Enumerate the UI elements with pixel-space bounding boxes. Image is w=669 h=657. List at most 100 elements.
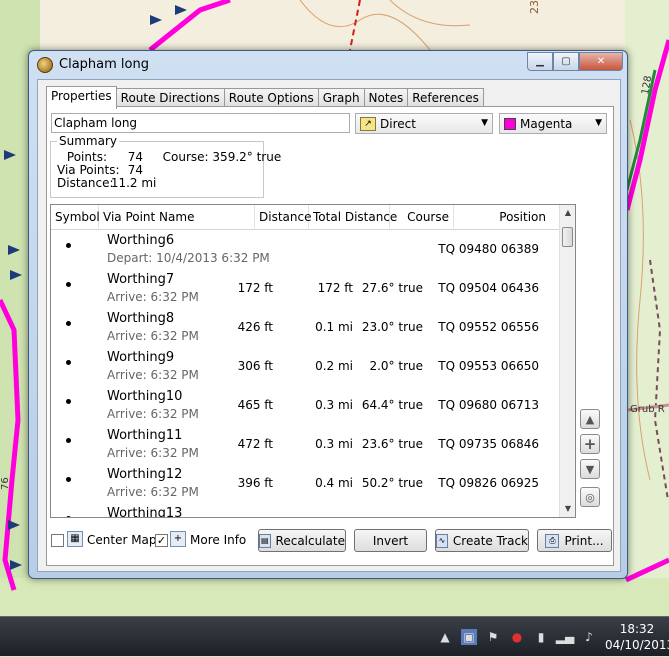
row-total-distance: 0.4 mi bbox=[315, 476, 353, 490]
header-position[interactable]: Position bbox=[454, 205, 561, 230]
move-down-button[interactable]: ▼ bbox=[580, 459, 600, 479]
taskbar-clock[interactable]: 18:32 04/10/2013 bbox=[605, 621, 669, 653]
table-row[interactable]: Worthing9 Arrive: 6:32 PM 306 ft 0.2 mi 2.0°… bbox=[51, 347, 561, 386]
properties-panel: ↗ Direct ▼ Magenta ▼ Summary Points: 74 C… bbox=[46, 106, 614, 566]
move-up-button[interactable]: ▲ bbox=[580, 409, 600, 429]
map-label: 76 bbox=[0, 477, 11, 490]
header-via-point-name[interactable]: Via Point Name bbox=[99, 205, 255, 230]
map-label: Grub R bbox=[630, 404, 665, 415]
recalculate-button[interactable]: ▤ Recalculate bbox=[258, 529, 346, 552]
via-point-time: Depart: 10/4/2013 6:32 PM bbox=[107, 251, 270, 265]
waypoint-symbol-icon bbox=[66, 438, 71, 443]
row-position: TQ 09552 06556 bbox=[438, 320, 539, 334]
recalculate-label: Recalculate bbox=[275, 533, 345, 548]
route-properties-window: Clapham long ▁ ▢ ✕ Properties Route Dire… bbox=[28, 50, 628, 579]
row-total-distance: 0.3 mi bbox=[315, 437, 353, 451]
row-position: TQ 09504 06436 bbox=[438, 281, 539, 295]
row-total-distance: 172 ft bbox=[317, 281, 353, 295]
chevron-down-icon: ▼ bbox=[595, 118, 602, 128]
distance-label: Distance: bbox=[57, 176, 114, 190]
route-color-select[interactable]: Magenta ▼ bbox=[499, 113, 607, 134]
row-distance: 472 ft bbox=[237, 437, 273, 451]
security-lock-icon[interactable]: ● bbox=[509, 629, 525, 645]
compass-icon: ◎ bbox=[585, 490, 595, 504]
table-row[interactable]: Worthing12 Arrive: 6:32 PM 396 ft 0.4 mi 50.… bbox=[51, 464, 561, 503]
map-icon: ▦ bbox=[67, 531, 83, 547]
power-icon[interactable]: ▮ bbox=[533, 629, 549, 645]
compass-button[interactable]: ◎ bbox=[580, 487, 600, 507]
table-row[interactable]: Worthing8 Arrive: 6:32 PM 426 ft 0.1 mi 23.0… bbox=[51, 308, 561, 347]
table-row[interactable]: Worthing11 Arrive: 6:32 PM 472 ft 0.3 mi 23.… bbox=[51, 425, 561, 464]
waypoint-symbol-icon bbox=[66, 399, 71, 404]
route-name-input[interactable] bbox=[51, 113, 350, 133]
row-total-distance: 0.3 mi bbox=[315, 398, 353, 412]
via-point-time: Arrive: 6:32 PM bbox=[107, 368, 199, 382]
via-point-time: Arrive: 6:32 PM bbox=[107, 485, 199, 499]
calculator-icon: ▤ bbox=[259, 533, 271, 548]
insert-point-button[interactable]: + bbox=[580, 434, 600, 454]
create-track-button[interactable]: ∿ Create Track bbox=[435, 529, 529, 552]
more-info-checkbox[interactable]: ✓ bbox=[155, 534, 168, 547]
row-position: TQ 09826 06925 bbox=[438, 476, 539, 490]
center-map-checkbox[interactable] bbox=[51, 534, 64, 547]
waypoint-symbol-icon bbox=[66, 243, 71, 248]
header-course[interactable]: Course bbox=[390, 205, 454, 230]
table-row[interactable]: Worthing6 Depart: 10/4/2013 6:32 PM TQ 094… bbox=[51, 230, 561, 269]
header-distance[interactable]: Distance bbox=[255, 205, 311, 230]
table-row[interactable]: Worthing13 bbox=[51, 503, 561, 518]
via-points-table[interactable]: Symbol Via Point Name Distance Total Dis… bbox=[50, 204, 576, 518]
via-point-name: Worthing11 bbox=[107, 428, 183, 443]
volume-icon[interactable]: ♪ bbox=[581, 629, 597, 645]
print-label: Print... bbox=[564, 533, 604, 548]
scroll-up-icon[interactable]: ▲ bbox=[560, 205, 575, 221]
routing-mode-value: Direct bbox=[380, 116, 416, 131]
table-scrollbar[interactable]: ▲ ▼ bbox=[559, 205, 575, 517]
row-distance: 426 ft bbox=[237, 320, 273, 334]
app-tray-icon[interactable]: ▣ bbox=[461, 629, 477, 645]
via-point-name: Worthing10 bbox=[107, 389, 183, 404]
scroll-thumb[interactable] bbox=[562, 227, 573, 247]
print-button[interactable]: ⎙ Print... bbox=[537, 529, 612, 552]
arrow-up-icon: ▲ bbox=[585, 412, 595, 426]
taskbar: ▲ ▣ ⚑ ● ▮ ▂▄ ♪ 18:32 04/10/2013 bbox=[0, 616, 669, 656]
more-info-label[interactable]: More Info bbox=[190, 533, 246, 547]
close-icon: ✕ bbox=[596, 56, 606, 67]
row-total-distance: 0.2 mi bbox=[315, 359, 353, 373]
close-button[interactable]: ✕ bbox=[579, 52, 623, 71]
row-course: 64.4° true bbox=[361, 398, 423, 412]
scroll-down-icon[interactable]: ▼ bbox=[560, 501, 575, 517]
via-point-time: Arrive: 6:32 PM bbox=[107, 446, 199, 460]
via-point-name: Worthing12 bbox=[107, 467, 183, 482]
row-distance: 306 ft bbox=[237, 359, 273, 373]
table-row[interactable]: Worthing7 Arrive: 6:32 PM 172 ft 172 ft 27.6… bbox=[51, 269, 561, 308]
tab-properties[interactable]: Properties bbox=[46, 86, 117, 109]
points-label: Points: bbox=[66, 150, 107, 164]
points-value: 74 bbox=[127, 150, 143, 164]
maximize-icon: ▢ bbox=[561, 56, 571, 67]
show-hidden-icons-icon[interactable]: ▲ bbox=[437, 629, 453, 645]
row-position: TQ 09553 06650 bbox=[438, 359, 539, 373]
header-total-distance[interactable]: Total Distance bbox=[309, 205, 397, 230]
course-value: 359.2° true bbox=[212, 150, 282, 164]
network-signal-icon[interactable]: ▂▄ bbox=[556, 629, 574, 645]
action-center-flag-icon[interactable]: ⚑ bbox=[485, 629, 501, 645]
routing-mode-select[interactable]: ↗ Direct ▼ bbox=[355, 113, 493, 134]
color-swatch bbox=[504, 117, 516, 130]
waypoint-symbol-icon bbox=[66, 360, 71, 365]
maximize-button[interactable]: ▢ bbox=[553, 52, 579, 71]
clock-date: 04/10/2013 bbox=[605, 638, 669, 652]
title-bar[interactable]: Clapham long ▁ ▢ ✕ bbox=[29, 51, 627, 79]
tab-strip: Properties Route Directions Route Option… bbox=[46, 86, 484, 109]
invert-button[interactable]: Invert bbox=[354, 529, 427, 552]
center-map-label[interactable]: Center Map bbox=[87, 533, 157, 547]
invert-label: Invert bbox=[372, 533, 409, 548]
via-point-time: Arrive: 6:32 PM bbox=[107, 290, 199, 304]
header-symbol[interactable]: Symbol bbox=[51, 205, 100, 230]
row-position: TQ 09480 06389 bbox=[438, 242, 539, 256]
via-point-name: Worthing6 bbox=[107, 233, 175, 248]
minimize-button[interactable]: ▁ bbox=[527, 52, 553, 71]
row-distance: 396 ft bbox=[237, 476, 273, 490]
app-globe-icon bbox=[37, 57, 53, 73]
table-row[interactable]: Worthing10 Arrive: 6:32 PM 465 ft 0.3 mi 64.… bbox=[51, 386, 561, 425]
via-point-name: Worthing13 bbox=[107, 506, 183, 518]
